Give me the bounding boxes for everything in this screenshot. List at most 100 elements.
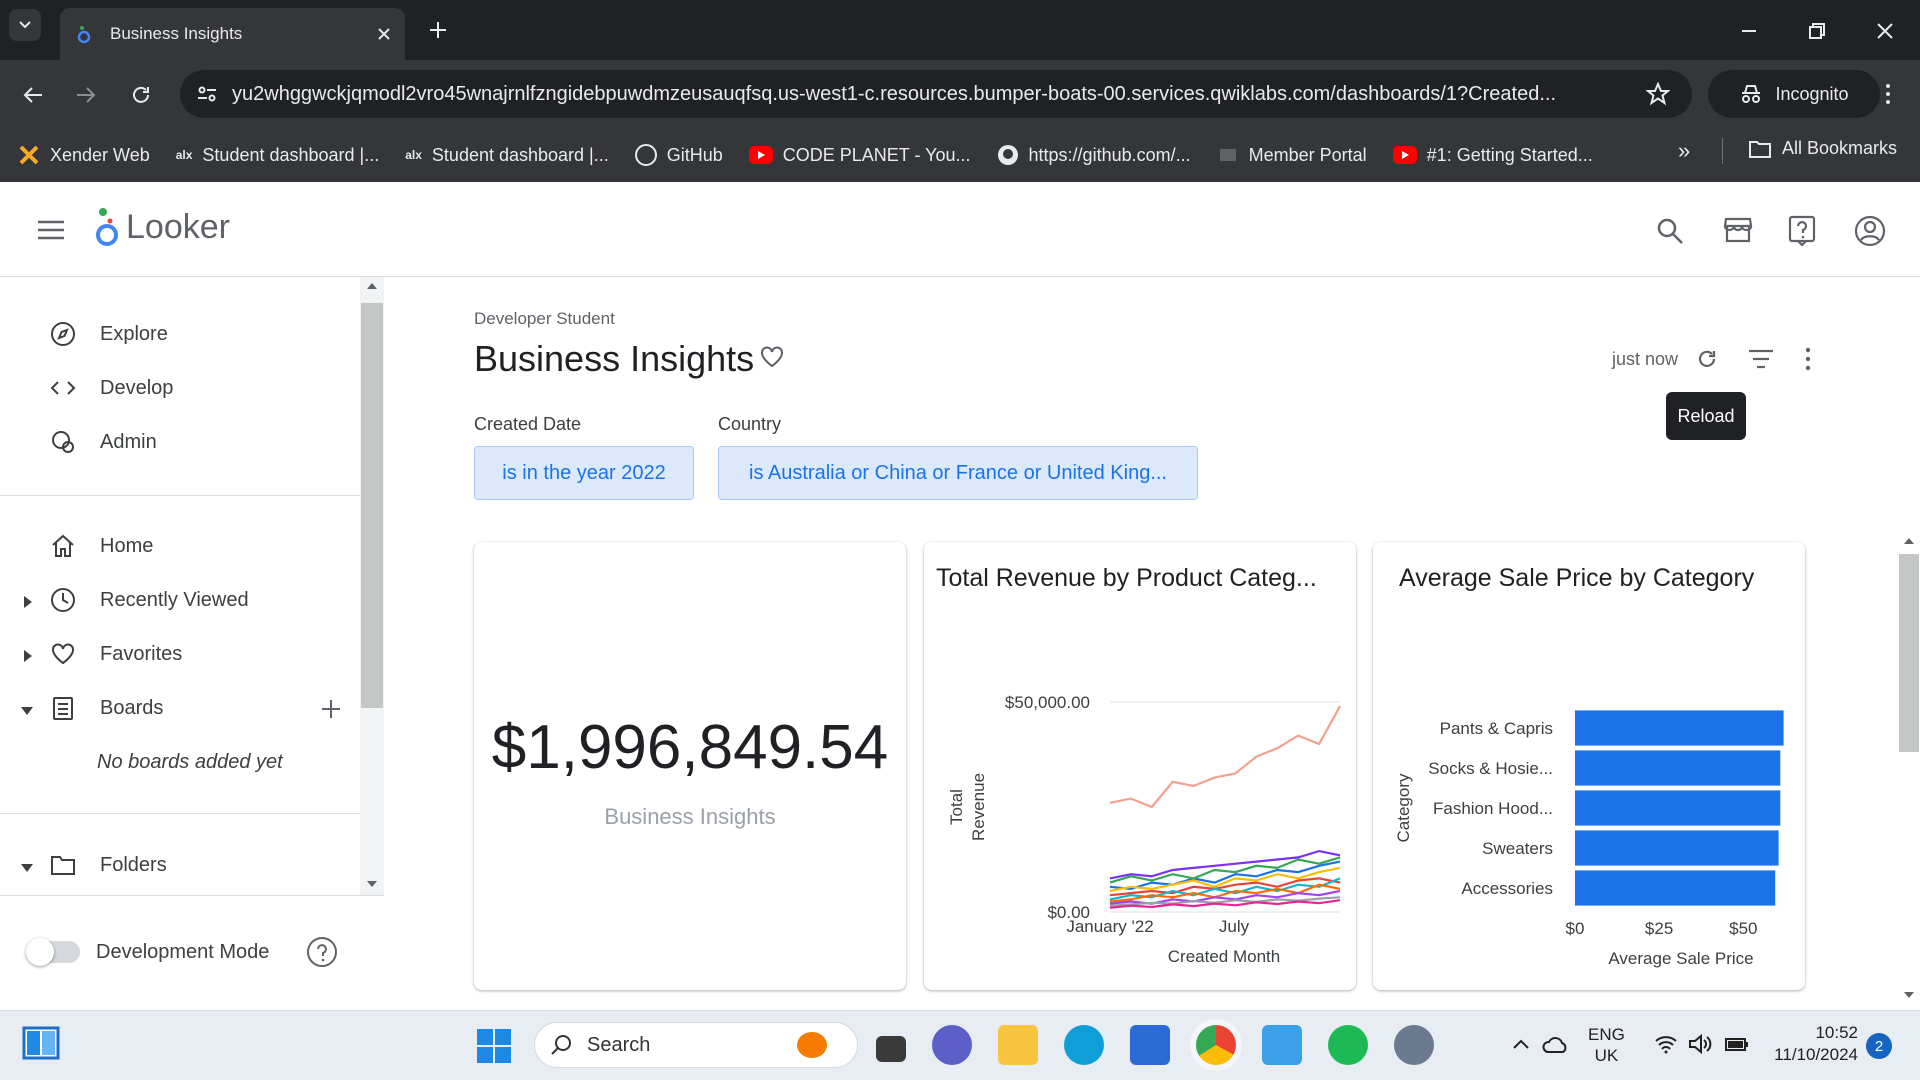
sidebar-item-label: Admin <box>100 430 157 453</box>
bookmark-code-planet[interactable]: CODE PLANET - You... <box>748 145 971 166</box>
dashboard-menu-icon[interactable] <box>1800 346 1816 372</box>
reload-icon[interactable] <box>1695 347 1719 371</box>
microsoft-store-icon[interactable] <box>1130 1025 1170 1065</box>
category-label: Socks & Hosie... <box>1428 759 1553 778</box>
expand-recently-viewed-icon[interactable] <box>22 595 34 609</box>
bookmark-alx-2[interactable]: alx Student dashboard |... <box>405 145 609 166</box>
scroll-down-icon[interactable] <box>1903 990 1915 1000</box>
sidebar-item-develop[interactable]: Develop <box>50 375 173 401</box>
filter-icon[interactable] <box>1748 348 1774 370</box>
sidebar-item-favorites[interactable]: Favorites <box>50 641 182 667</box>
close-window-icon[interactable] <box>1876 22 1894 40</box>
collapse-boards-icon[interactable] <box>20 705 34 717</box>
all-bookmarks-button[interactable]: All Bookmarks <box>1748 138 1897 159</box>
expand-favorites-icon[interactable] <box>22 649 34 663</box>
url-text[interactable]: yu2whggwckjqmodl2vro45wnajrnlfzngidebpuw… <box>232 83 1622 106</box>
sidebar-item-recently-viewed[interactable]: Recently Viewed <box>50 587 249 613</box>
collapse-folders-icon[interactable] <box>20 862 34 874</box>
main-scrollbar[interactable] <box>1896 532 1920 1010</box>
settings-icon[interactable] <box>1394 1025 1434 1065</box>
language-indicator[interactable]: ENG UK <box>1588 1024 1625 1066</box>
sidebar-item-admin[interactable]: Admin <box>50 429 157 455</box>
looker-logo-icon <box>96 208 118 246</box>
chrome-icon[interactable] <box>1196 1025 1236 1065</box>
sidebar-item-explore[interactable]: Explore <box>50 321 168 347</box>
help-circle-icon[interactable] <box>306 936 338 968</box>
volume-icon[interactable] <box>1688 1034 1712 1054</box>
revenue-chart-tile[interactable]: Total Revenue by Product Categ... $50,00… <box>924 542 1356 990</box>
kpi-value: $1,996,849.54 <box>491 713 889 782</box>
incognito-badge[interactable]: Incognito <box>1708 70 1880 118</box>
onedrive-icon[interactable] <box>1542 1034 1570 1056</box>
forward-icon[interactable] <box>75 84 97 106</box>
back-icon[interactable] <box>22 84 44 106</box>
spotify-icon[interactable] <box>1328 1025 1368 1065</box>
sidebar-item-boards[interactable]: Boards <box>50 695 163 721</box>
reload-browser-icon[interactable] <box>130 84 152 106</box>
filter-chip-created-date[interactable]: is in the year 2022 <box>474 446 694 500</box>
add-board-icon[interactable] <box>320 698 342 720</box>
widgets-icon[interactable] <box>22 1026 60 1060</box>
start-icon[interactable] <box>476 1028 512 1064</box>
menu-kebab-icon[interactable] <box>1878 82 1898 106</box>
sidebar-item-label: Home <box>100 534 154 557</box>
scroll-thumb[interactable] <box>361 303 383 708</box>
scroll-up-icon[interactable] <box>366 281 378 291</box>
sidebar-item-folders[interactable]: Folders <box>50 852 167 878</box>
bookmark-star-icon[interactable] <box>1646 82 1670 106</box>
kpi-tile[interactable]: $1,996,849.54 Business Insights <box>474 542 906 990</box>
bookmark-alx-1[interactable]: alx Student dashboard |... <box>176 145 380 166</box>
looker-logo[interactable]: Looker <box>94 206 230 248</box>
file-explorer-icon[interactable] <box>998 1025 1038 1065</box>
scroll-thumb[interactable] <box>1899 554 1919 752</box>
marketplace-icon[interactable] <box>1723 216 1753 244</box>
hamburger-menu-icon[interactable] <box>37 219 65 241</box>
show-hidden-icons[interactable] <box>1512 1038 1530 1050</box>
battery-icon[interactable] <box>1724 1034 1750 1054</box>
edge-icon[interactable] <box>1064 1025 1104 1065</box>
sidebar-divider <box>0 813 360 814</box>
address-bar[interactable]: yu2whggwckjqmodl2vro45wnajrnlfzngidebpuw… <box>180 70 1692 118</box>
site-info-icon[interactable] <box>196 83 218 105</box>
account-icon[interactable] <box>1854 215 1886 247</box>
taskbar-search[interactable]: Search <box>534 1022 858 1068</box>
bookmark-xender[interactable]: Xender Web <box>18 144 150 166</box>
search-icon[interactable] <box>1656 217 1684 245</box>
wifi-icon[interactable] <box>1654 1034 1678 1054</box>
filter-chip-country[interactable]: is Australia or China or France or Unite… <box>718 446 1198 500</box>
close-tab-icon[interactable] <box>377 27 391 41</box>
bookmark-github-url[interactable]: https://github.com/... <box>997 144 1191 166</box>
bookmarks-overflow-icon[interactable]: » <box>1678 138 1690 164</box>
sidebar-item-home[interactable]: Home <box>50 533 153 559</box>
bookmark-member-portal[interactable]: Member Portal <box>1217 144 1367 166</box>
favorite-heart-icon[interactable] <box>760 346 784 368</box>
restore-icon[interactable] <box>1808 22 1826 40</box>
x-axis-label: Created Month <box>1168 947 1280 966</box>
help-icon[interactable] <box>1788 215 1816 247</box>
scroll-up-icon[interactable] <box>1903 536 1915 546</box>
active-tab[interactable]: Business Insights <box>60 8 405 60</box>
notification-badge[interactable]: 2 <box>1866 1033 1892 1059</box>
sidebar-item-label: Boards <box>100 696 164 719</box>
youtube-icon <box>1392 146 1417 164</box>
bookmark-getting-started[interactable]: #1: Getting Started... <box>1392 145 1593 166</box>
task-view-icon[interactable] <box>876 1035 906 1062</box>
category-label: Pants & Capris <box>1440 719 1553 738</box>
tab-search-button[interactable] <box>9 9 41 41</box>
chart-title: Total Revenue by Product Categ... <box>936 564 1317 592</box>
teams-icon[interactable] <box>932 1025 972 1065</box>
dev-mode-toggle[interactable] <box>26 938 80 966</box>
chart-title: Average Sale Price by Category <box>1399 564 1755 592</box>
notepad-icon[interactable] <box>1262 1025 1302 1065</box>
x-tick-label: January '22 <box>1066 917 1153 936</box>
avg-price-chart-tile[interactable]: Average Sale Price by Category Pants & C… <box>1373 542 1805 990</box>
clock-icon <box>51 588 75 612</box>
minimize-icon[interactable] <box>1740 22 1758 40</box>
sidebar-item-label: Recently Viewed <box>100 588 249 611</box>
new-tab-icon[interactable] <box>428 20 448 40</box>
sidebar-scrollbar[interactable] <box>360 277 384 895</box>
breadcrumb[interactable]: Developer Student <box>474 309 615 329</box>
clock[interactable]: 10:52 11/10/2024 <box>1766 1022 1858 1066</box>
scroll-down-icon[interactable] <box>366 879 378 889</box>
bookmark-github[interactable]: GitHub <box>634 144 723 166</box>
